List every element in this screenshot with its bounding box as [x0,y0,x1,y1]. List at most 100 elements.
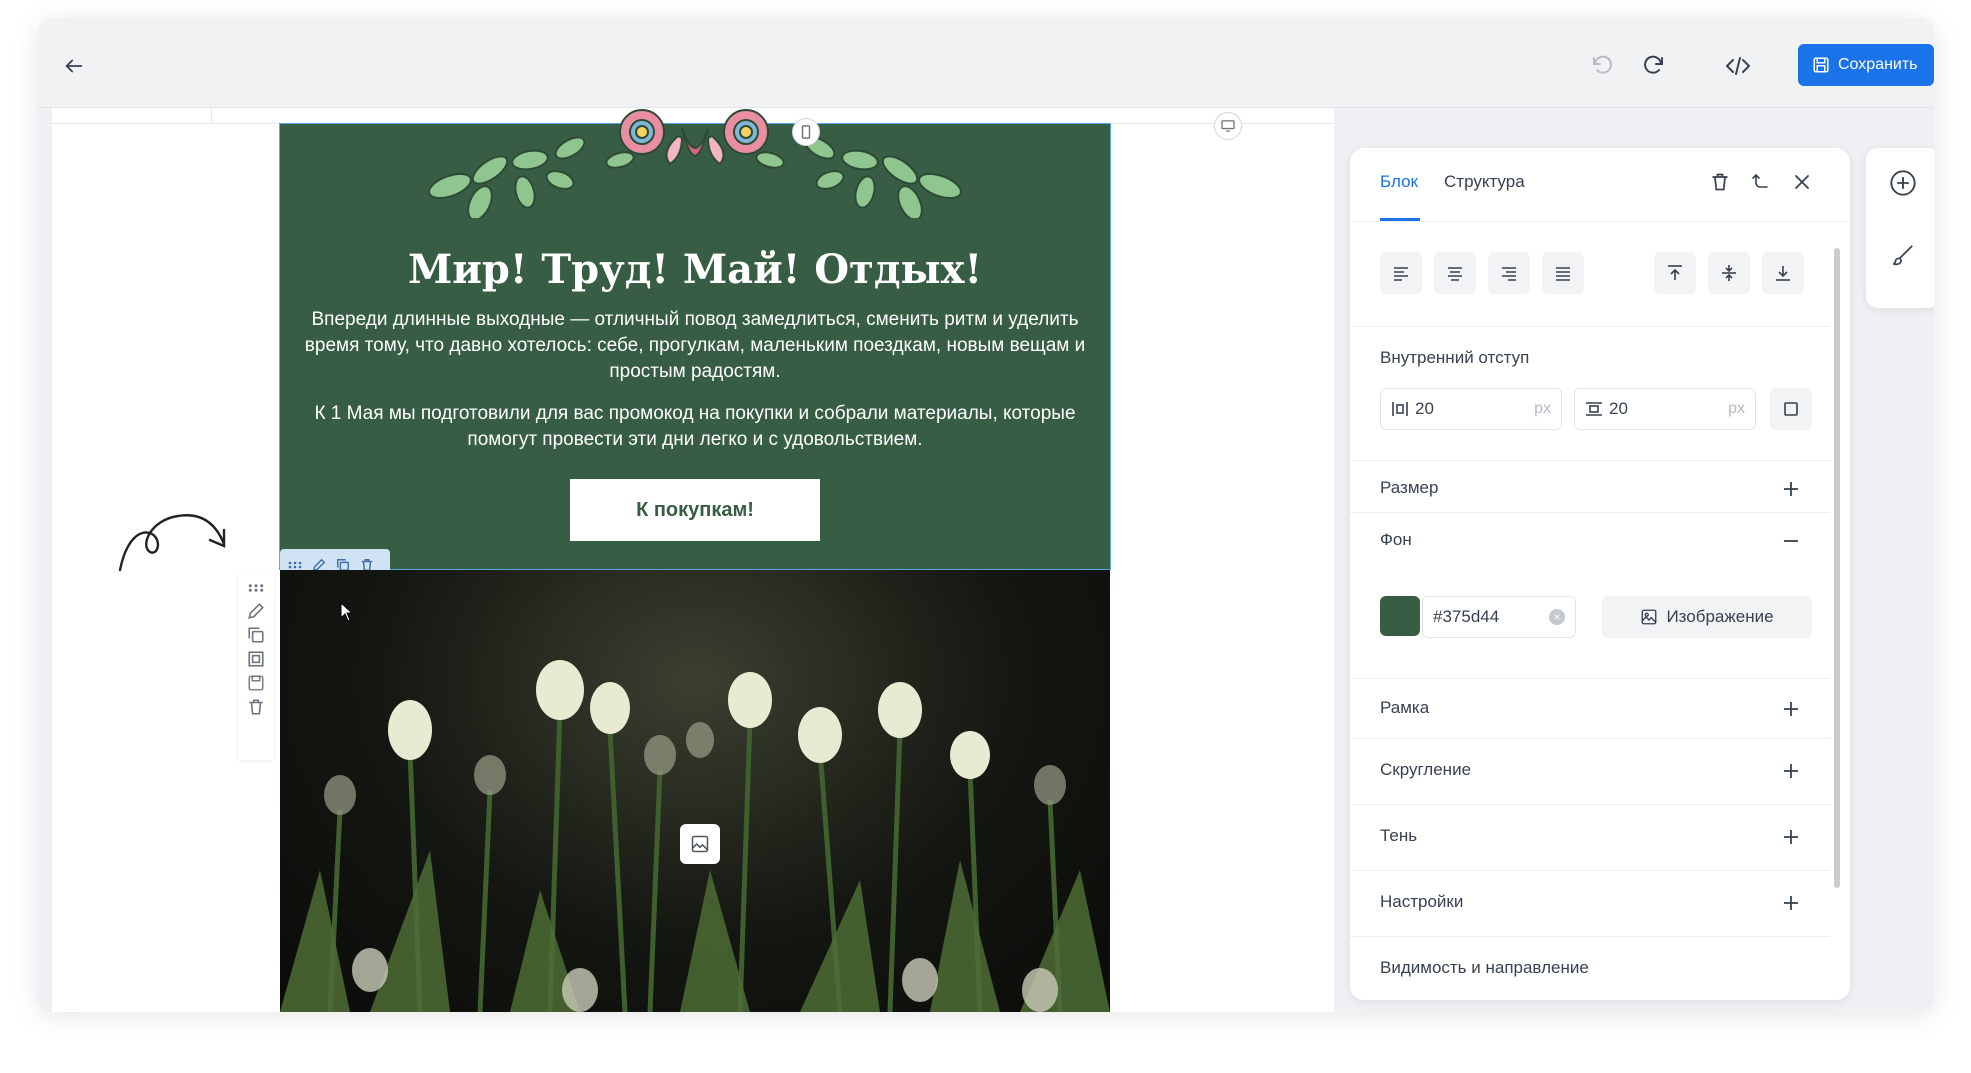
tulip-field-image [280,660,1110,1012]
plus-icon [1784,764,1798,778]
tab-structure[interactable]: Структура [1444,172,1525,192]
visibility-section-label[interactable]: Видимость и направление [1380,958,1589,978]
drag-handle-icon[interactable] [248,580,264,596]
background-collapse-button[interactable] [1780,530,1802,552]
size-expand-button[interactable] [1780,478,1802,500]
save-button-label: Сохранить [1838,56,1918,73]
plus-circle-icon [1890,170,1916,196]
panel-tabs: Блок Структура [1350,148,1850,222]
wrap-container-icon[interactable] [247,650,265,668]
divider [1350,738,1830,739]
align-center-button[interactable] [1434,252,1476,294]
divider [1350,512,1830,513]
shadow-expand-button[interactable] [1780,826,1802,848]
image-icon [691,835,709,853]
row-tools-sidebar [238,572,274,760]
mouse-cursor-icon [340,602,354,622]
background-color-swatch[interactable] [1380,596,1420,636]
settings-section-label[interactable]: Настройки [1380,892,1463,912]
valign-bottom-button[interactable] [1762,252,1804,294]
align-left-icon [1394,267,1408,281]
divider [1350,460,1830,461]
vertical-align-group [1654,252,1804,294]
settings-expand-button[interactable] [1780,892,1802,914]
selected-content-block[interactable]: Мир! Труд! Май! Отдых! Впереди длинные в… [279,109,1111,570]
phone-icon [801,125,811,139]
arrow-left-icon [65,59,83,73]
email-preview: Мир! Труд! Май! Отдых! Впереди длинные в… [279,109,1111,1012]
align-bottom-icon [1776,266,1790,281]
background-image-button[interactable]: Изображение [1602,596,1812,638]
minus-icon [1784,540,1798,542]
delete-trash-icon[interactable] [247,698,265,716]
style-brush-button[interactable] [1882,234,1924,276]
code-icon [1726,57,1750,75]
trash-icon [1712,173,1728,191]
undo-button[interactable] [1582,46,1622,86]
horizontal-align-group [1380,252,1584,294]
align-right-button[interactable] [1488,252,1530,294]
close-panel-button[interactable] [1792,172,1812,192]
duplicate-icon[interactable] [247,626,265,644]
size-section-label[interactable]: Размер [1380,478,1438,498]
background-section-label[interactable]: Фон [1380,530,1412,550]
back-button[interactable] [52,44,96,88]
plus-icon [1784,482,1798,496]
align-justify-button[interactable] [1542,252,1584,294]
email-canvas[interactable]: Мир! Труд! Май! Отдых! Впереди длинные в… [52,108,1334,1012]
align-justify-icon [1556,267,1570,281]
align-right-icon [1502,267,1516,281]
redo-button[interactable] [1634,46,1674,86]
edit-pencil-icon[interactable] [247,602,265,620]
desktop-preview-toggle[interactable] [1214,112,1242,140]
email-paragraph-1[interactable]: Впереди длинные выходные — отличный пово… [300,307,1090,385]
shadow-section-label[interactable]: Тень [1380,826,1417,846]
vertical-padding-icon [1586,402,1602,416]
divider [1350,870,1830,871]
horizontal-padding-icon [1392,402,1408,416]
divider [1350,326,1830,327]
border-expand-button[interactable] [1780,698,1802,720]
padding-expand-button[interactable] [1770,388,1812,430]
block-settings-panel: Блок Структура Внутренний отступ 20 px 2… [1350,148,1850,1000]
shop-cta-button[interactable]: К покупкам! [570,479,820,541]
radius-expand-button[interactable] [1780,760,1802,782]
select-parent-button[interactable] [1750,172,1770,192]
tab-block[interactable]: Блок [1380,172,1418,192]
valign-top-button[interactable] [1654,252,1696,294]
monitor-icon [1221,120,1235,132]
padding-vertical-value: 20 [1609,399,1628,418]
add-block-button[interactable] [1882,162,1924,204]
brush-icon [1892,245,1913,266]
align-left-button[interactable] [1380,252,1422,294]
divider [1350,936,1830,937]
mobile-preview-toggle[interactable] [792,118,820,146]
padding-horizontal-value: 20 [1415,399,1434,418]
email-headline[interactable]: Мир! Труд! Май! Отдых! [280,246,1110,293]
image-replace-button[interactable] [680,824,720,864]
plus-icon [1784,702,1798,716]
active-tab-indicator [1380,218,1420,221]
tulip-photo-block[interactable] [280,570,1110,1012]
top-toolbar: Сохранить [38,18,1934,108]
email-paragraph-2[interactable]: К 1 Мая мы подготовили для вас промокод … [300,401,1090,453]
image-icon [1642,609,1657,625]
border-section-label[interactable]: Рамка [1380,698,1429,718]
valign-middle-button[interactable] [1708,252,1750,294]
save-button[interactable]: Сохранить [1798,44,1934,86]
undo-icon [1593,55,1612,74]
redo-icon [1644,55,1663,74]
padding-section-label: Внутренний отступ [1380,348,1530,367]
padding-vertical-input[interactable]: 20 px [1574,388,1756,430]
background-color-input[interactable]: #375d44 × [1422,596,1576,638]
clear-color-icon[interactable]: × [1549,609,1565,625]
padding-horizontal-input[interactable]: 20 px [1380,388,1562,430]
background-image-label: Изображение [1666,607,1774,626]
radius-section-label[interactable]: Скругление [1380,760,1471,780]
code-view-button[interactable] [1718,46,1758,86]
delete-block-button[interactable] [1710,172,1730,192]
align-top-icon [1668,265,1682,280]
save-block-icon[interactable] [247,674,265,692]
panel-scrollbar-thumb[interactable] [1834,248,1840,888]
expand-sides-icon [1784,402,1798,416]
